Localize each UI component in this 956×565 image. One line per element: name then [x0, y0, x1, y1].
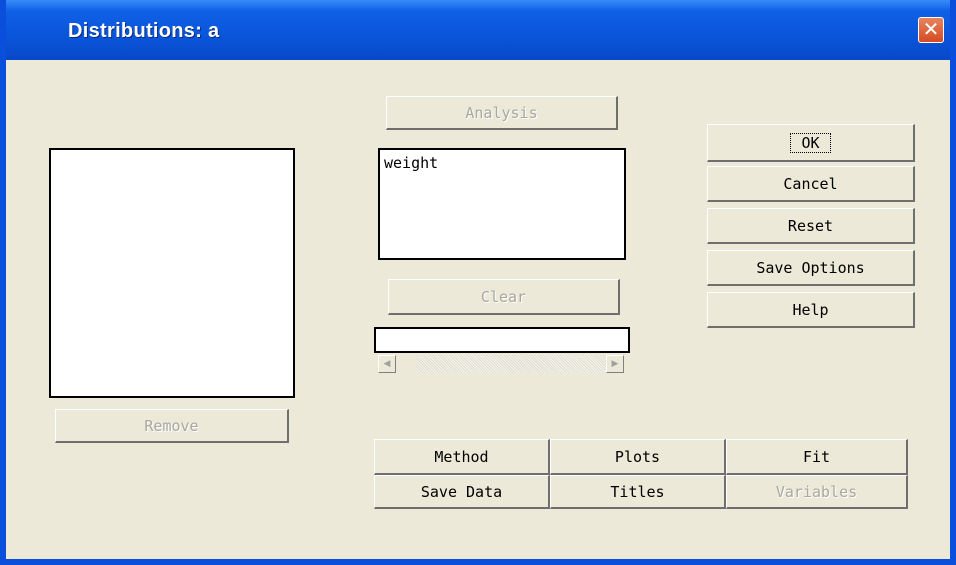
- save-options-button[interactable]: Save Options: [707, 250, 915, 286]
- plots-button-label: Plots: [614, 448, 661, 466]
- close-icon[interactable]: ✕: [918, 17, 944, 43]
- variables-button-label: Variables: [775, 483, 858, 501]
- fit-button-label: Fit: [802, 448, 831, 466]
- remove-button-label: Remove: [144, 417, 199, 435]
- analysis-button[interactable]: Analysis: [386, 96, 618, 130]
- save-data-button-label: Save Data: [420, 483, 503, 501]
- clear-button-label: Clear: [480, 288, 527, 306]
- reset-button[interactable]: Reset: [707, 208, 915, 244]
- scroll-track[interactable]: [416, 355, 606, 373]
- cancel-button-label: Cancel: [783, 175, 838, 193]
- variables-listbox[interactable]: [49, 148, 295, 398]
- save-options-button-label: Save Options: [756, 259, 865, 277]
- method-button-label: Method: [434, 448, 489, 466]
- help-button[interactable]: Help: [707, 292, 915, 328]
- scroll-right-icon[interactable]: ▶: [606, 355, 624, 373]
- analysis-text-field[interactable]: [374, 327, 630, 353]
- variables-button[interactable]: Variables: [726, 475, 908, 509]
- ok-button[interactable]: OK: [707, 124, 915, 162]
- cancel-button[interactable]: Cancel: [707, 166, 915, 202]
- titles-button[interactable]: Titles: [550, 475, 726, 509]
- method-button[interactable]: Method: [374, 439, 550, 475]
- titles-button-label: Titles: [610, 483, 665, 501]
- title-bar[interactable]: Distributions: a ✕: [6, 0, 950, 60]
- analysis-listbox[interactable]: weight: [378, 148, 626, 260]
- scroll-left-icon[interactable]: ◀: [378, 355, 396, 373]
- window-title: Distributions: a: [68, 20, 220, 42]
- analysis-button-label: Analysis: [465, 104, 538, 122]
- help-button-label: Help: [792, 301, 829, 319]
- ok-button-label: OK: [790, 133, 831, 153]
- horizontal-scrollbar[interactable]: ◀ ▶: [376, 353, 628, 375]
- list-item[interactable]: weight: [380, 150, 624, 172]
- clear-button[interactable]: Clear: [388, 279, 620, 315]
- save-data-button[interactable]: Save Data: [374, 475, 550, 509]
- remove-button[interactable]: Remove: [55, 409, 289, 443]
- reset-button-label: Reset: [787, 217, 834, 235]
- fit-button[interactable]: Fit: [726, 439, 908, 475]
- plots-button[interactable]: Plots: [550, 439, 726, 475]
